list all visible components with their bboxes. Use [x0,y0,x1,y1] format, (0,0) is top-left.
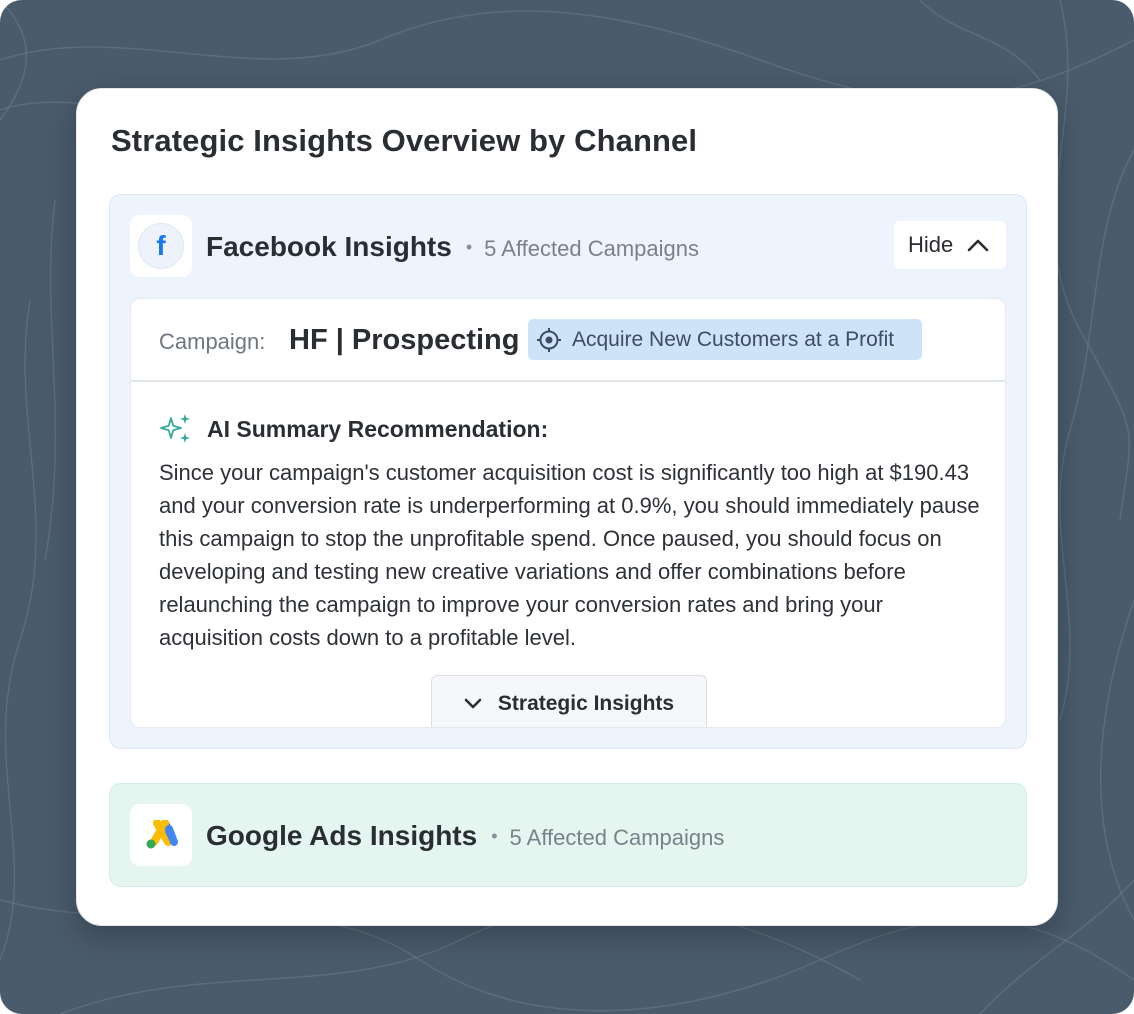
ai-summary-title: AI Summary Recommendation: [207,415,549,442]
google-ads-icon [146,820,178,849]
channel-name: Facebook Insights [206,231,452,262]
page-title: Strategic Insights Overview by Channel [111,123,698,158]
campaign-card: Campaign: HF | Prospecting Acquire New C… [130,298,1006,728]
affected-campaigns-count: 5 Affected Campaigns [484,236,699,261]
strategic-insights-label: Strategic Insights [497,691,675,715]
channel-name: Google Ads Insights [206,820,478,851]
hide-button[interactable]: Hide [894,221,1006,269]
facebook-icon: f [138,223,184,269]
goal-badge: Acquire New Customers at a Profit [528,319,922,360]
target-icon [537,327,561,352]
hide-label: Hide [908,232,954,257]
affected-campaigns-count: 5 Affected Campaigns [509,825,725,850]
insights-card: Strategic Insights Overview by Channel f… [76,88,1058,926]
chevron-down-icon [464,698,482,708]
sparkles-icon [160,414,190,443]
facebook-logo: f [130,215,192,277]
facebook-insights-section: f Facebook Insights • 5 Affected Campaig… [109,194,1027,749]
campaign-name: HF | Prospecting [289,324,520,356]
separator-dot: • [491,826,498,846]
strategic-insights-button[interactable]: Strategic Insights [431,675,707,727]
goal-label: Acquire New Customers at a Profit [572,327,895,351]
google-ads-logo [130,804,192,866]
ai-summary-header: AI Summary Recommendation: [159,412,548,446]
facebook-header: Facebook Insights • 5 Affected Campaigns [206,231,699,263]
campaign-row: Campaign: HF | Prospecting Acquire New C… [131,299,1005,382]
chevron-up-icon [967,239,989,252]
google-ads-header: Google Ads Insights • 5 Affected Campaig… [206,820,724,852]
google-ads-insights-section[interactable]: Google Ads Insights • 5 Affected Campaig… [109,783,1027,887]
separator-dot: • [465,237,473,257]
ai-summary-text: Since your campaign's customer acquisiti… [159,460,980,650]
campaign-label: Campaign: [159,329,266,354]
